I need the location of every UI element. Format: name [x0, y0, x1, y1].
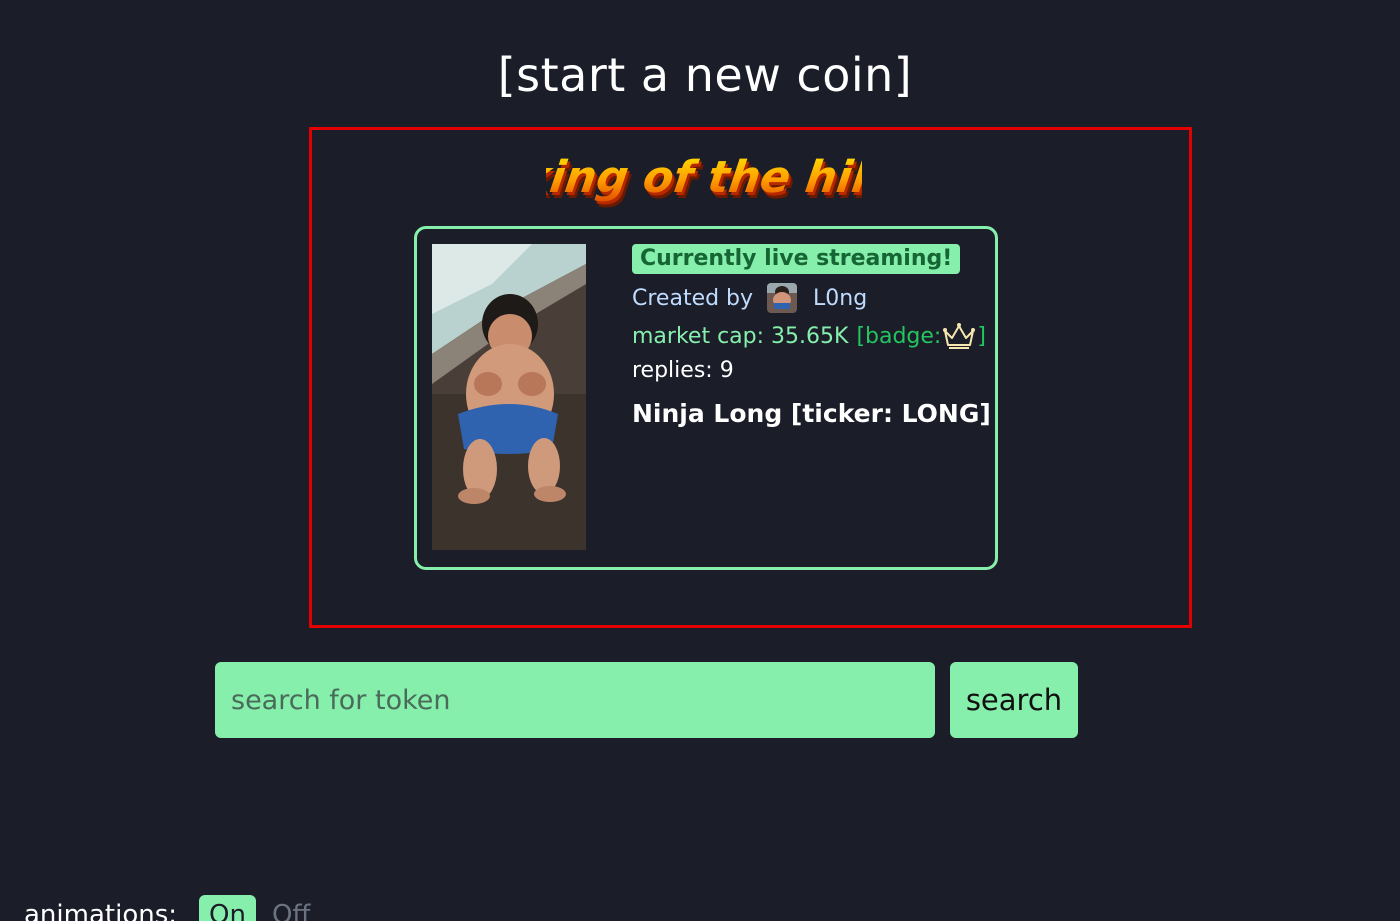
crown-icon: [943, 323, 976, 349]
created-by-label: Created by: [632, 285, 754, 311]
page: [start a new coin] king of the hill king…: [0, 0, 1400, 921]
coin-image[interactable]: [432, 244, 586, 550]
animation-toggle-row: animations: On Off: [0, 895, 310, 921]
creator-name-link[interactable]: L0ng: [813, 286, 867, 311]
market-cap-row: market cap: 35.65K [badge: ]: [632, 319, 986, 353]
search-button[interactable]: search: [950, 662, 1078, 738]
animation-off-toggle[interactable]: Off: [272, 900, 310, 921]
replies-count: replies: 9: [632, 358, 734, 383]
badge-close: ]: [977, 323, 986, 349]
logo-main-text: king of the hill: [546, 152, 862, 203]
king-of-the-hill-logo: king of the hill king of the hill king o…: [546, 152, 862, 209]
badge: [badge: ]: [856, 322, 986, 350]
badge-open: [badge:: [856, 323, 942, 349]
animation-on-toggle[interactable]: On: [199, 895, 256, 921]
live-streaming-badge: Currently live streaming!: [632, 244, 961, 274]
start-new-coin-link[interactable]: [start a new coin]: [0, 48, 1400, 102]
market-cap-value: market cap: 35.65K: [632, 323, 849, 349]
creator-avatar[interactable]: [767, 283, 798, 313]
animation-label: animations:: [24, 900, 178, 921]
created-by-row: Created by L0ng: [632, 281, 867, 315]
search-input[interactable]: [215, 662, 935, 738]
coin-name: Ninja Long [ticker: LONG]: [632, 399, 991, 428]
